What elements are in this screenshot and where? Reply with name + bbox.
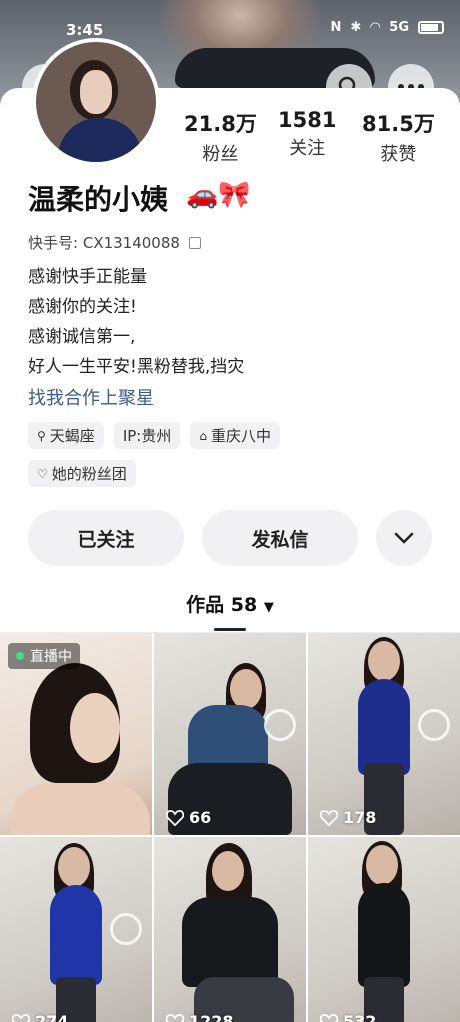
tile-figure-face — [368, 641, 400, 681]
stat-following-value: 1581 — [278, 108, 337, 132]
message-button[interactable]: 发私信 — [202, 510, 358, 566]
nfc-icon: N — [330, 20, 342, 35]
work-tile[interactable]: 直播中 — [0, 633, 152, 835]
stat-following[interactable]: 1581 关注 — [278, 108, 336, 160]
cooperation-link[interactable]: 找我合作上聚星 — [28, 384, 154, 410]
stat-followers-value: 21.8万 — [184, 112, 257, 136]
work-tile[interactable]: 66 — [154, 633, 306, 835]
tab-underline — [214, 628, 246, 631]
heart-icon — [12, 1013, 30, 1022]
tab-works-label: 作品 58 — [186, 594, 258, 616]
fan-group-label: 她的粉丝团 — [51, 465, 127, 483]
avatar[interactable] — [32, 38, 160, 166]
profile-tags: ⚲ 天蝎座 IP:贵州 ⌂ 重庆八中 — [28, 422, 280, 449]
tile-figure-face — [70, 693, 120, 763]
tile-figure-face — [230, 669, 262, 709]
name-emoji: 🚗🎀 — [186, 180, 251, 210]
work-tile[interactable]: 1228 — [154, 837, 306, 1022]
stat-likes-value: 81.5万 — [362, 112, 435, 136]
kuaishou-id-label: 快手号: — [28, 234, 79, 252]
bio-line: 感谢快手正能量 — [28, 267, 147, 287]
tile-figure-face — [58, 847, 90, 887]
tile-figure-body — [10, 783, 150, 835]
avatar-outfit — [58, 118, 142, 162]
stat-followers[interactable]: 21.8万 粉丝 — [184, 108, 257, 166]
like-count: 178 — [320, 808, 376, 827]
heart-icon — [320, 1013, 338, 1022]
kuaishou-id-value: CX13140088 — [82, 234, 180, 252]
heart-icon — [166, 809, 184, 826]
copy-icon[interactable] — [188, 237, 201, 249]
stat-likes-label: 获赞 — [380, 144, 417, 165]
like-count-value: 532 — [343, 1012, 377, 1022]
like-count: 66 — [166, 808, 211, 827]
stat-followers-label: 粉丝 — [202, 144, 239, 165]
like-count: 1228 — [166, 1012, 234, 1022]
loading-ring-icon — [110, 913, 142, 945]
like-count-value: 178 — [343, 808, 377, 827]
heart-icon — [320, 809, 338, 826]
tag-zodiac-label: 天蝎座 — [49, 427, 95, 445]
profile-bio: 感谢快手正能量 感谢你的关注! 感谢诚信第一, 好人一生平安!黑粉替我,挡灾 — [28, 262, 244, 382]
fan-group-chip[interactable]: ♡ 她的粉丝团 — [28, 460, 136, 487]
like-count-value: 1228 — [189, 1012, 234, 1022]
stat-likes[interactable]: 81.5万 获赞 — [362, 108, 435, 166]
like-count: 274 — [12, 1012, 68, 1022]
live-dot-icon — [16, 652, 24, 660]
tile-figure-dress — [182, 897, 278, 987]
signal-label: 5G — [389, 20, 409, 35]
loading-ring-icon — [418, 709, 450, 741]
work-tile[interactable]: 178 — [308, 633, 460, 835]
like-count-value: 66 — [189, 808, 212, 827]
live-badge: 直播中 — [8, 643, 80, 669]
like-count-value: 274 — [35, 1012, 69, 1022]
loading-ring-icon — [264, 709, 296, 741]
work-tile[interactable]: 274 — [0, 837, 152, 1022]
fan-group-row: ♡ 她的粉丝团 — [28, 460, 136, 487]
work-tile[interactable]: 532 — [308, 837, 460, 1022]
status-bar: 3:45 N ✱ ◠ 5G — [0, 0, 460, 42]
live-badge-label: 直播中 — [30, 649, 72, 665]
tab-works[interactable]: 作品 58 ▼ — [0, 590, 460, 617]
tile-figure-dress — [358, 679, 410, 775]
heart-icon — [166, 1013, 184, 1022]
tile-figure-face — [366, 845, 398, 885]
caret-down-icon: ▼ — [263, 600, 274, 615]
school-icon: ⌂ — [199, 428, 207, 443]
tag-ip[interactable]: IP:贵州 — [113, 422, 181, 449]
status-time: 3:45 — [66, 21, 104, 39]
search-icon: ⚲ — [37, 428, 46, 443]
tag-school-label: 重庆八中 — [210, 427, 271, 445]
tag-school[interactable]: ⌂ 重庆八中 — [190, 422, 280, 449]
kuaishou-id[interactable]: 快手号: CX13140088 — [28, 232, 201, 253]
bluetooth-icon: ✱ — [350, 20, 362, 35]
tile-figure-dress — [50, 885, 102, 985]
bio-line: 感谢诚信第一, — [28, 327, 136, 347]
works-grid: 直播中 66 178 274 1228 532 — [0, 633, 460, 1022]
profile-name: 温柔的小姨 — [28, 183, 169, 216]
chevron-down-icon — [394, 532, 414, 544]
tile-figure-face — [212, 851, 244, 891]
follow-button[interactable]: 已关注 — [28, 510, 184, 566]
tag-zodiac[interactable]: ⚲ 天蝎座 — [28, 422, 104, 449]
stat-following-label: 关注 — [289, 138, 326, 159]
bio-line: 感谢你的关注! — [28, 297, 137, 317]
like-count: 532 — [320, 1012, 376, 1022]
tag-ip-label: IP:贵州 — [122, 427, 172, 445]
battery-icon — [418, 21, 444, 34]
heart-outline-icon: ♡ — [37, 466, 48, 481]
expand-button[interactable] — [376, 510, 432, 566]
status-icons: N ✱ ◠ 5G — [330, 20, 444, 35]
tile-figure-dress — [358, 883, 410, 987]
bio-line: 好人一生平安!黑粉替我,挡灾 — [28, 357, 245, 377]
wifi-icon: ◠ — [370, 20, 381, 35]
avatar-face — [80, 70, 112, 114]
